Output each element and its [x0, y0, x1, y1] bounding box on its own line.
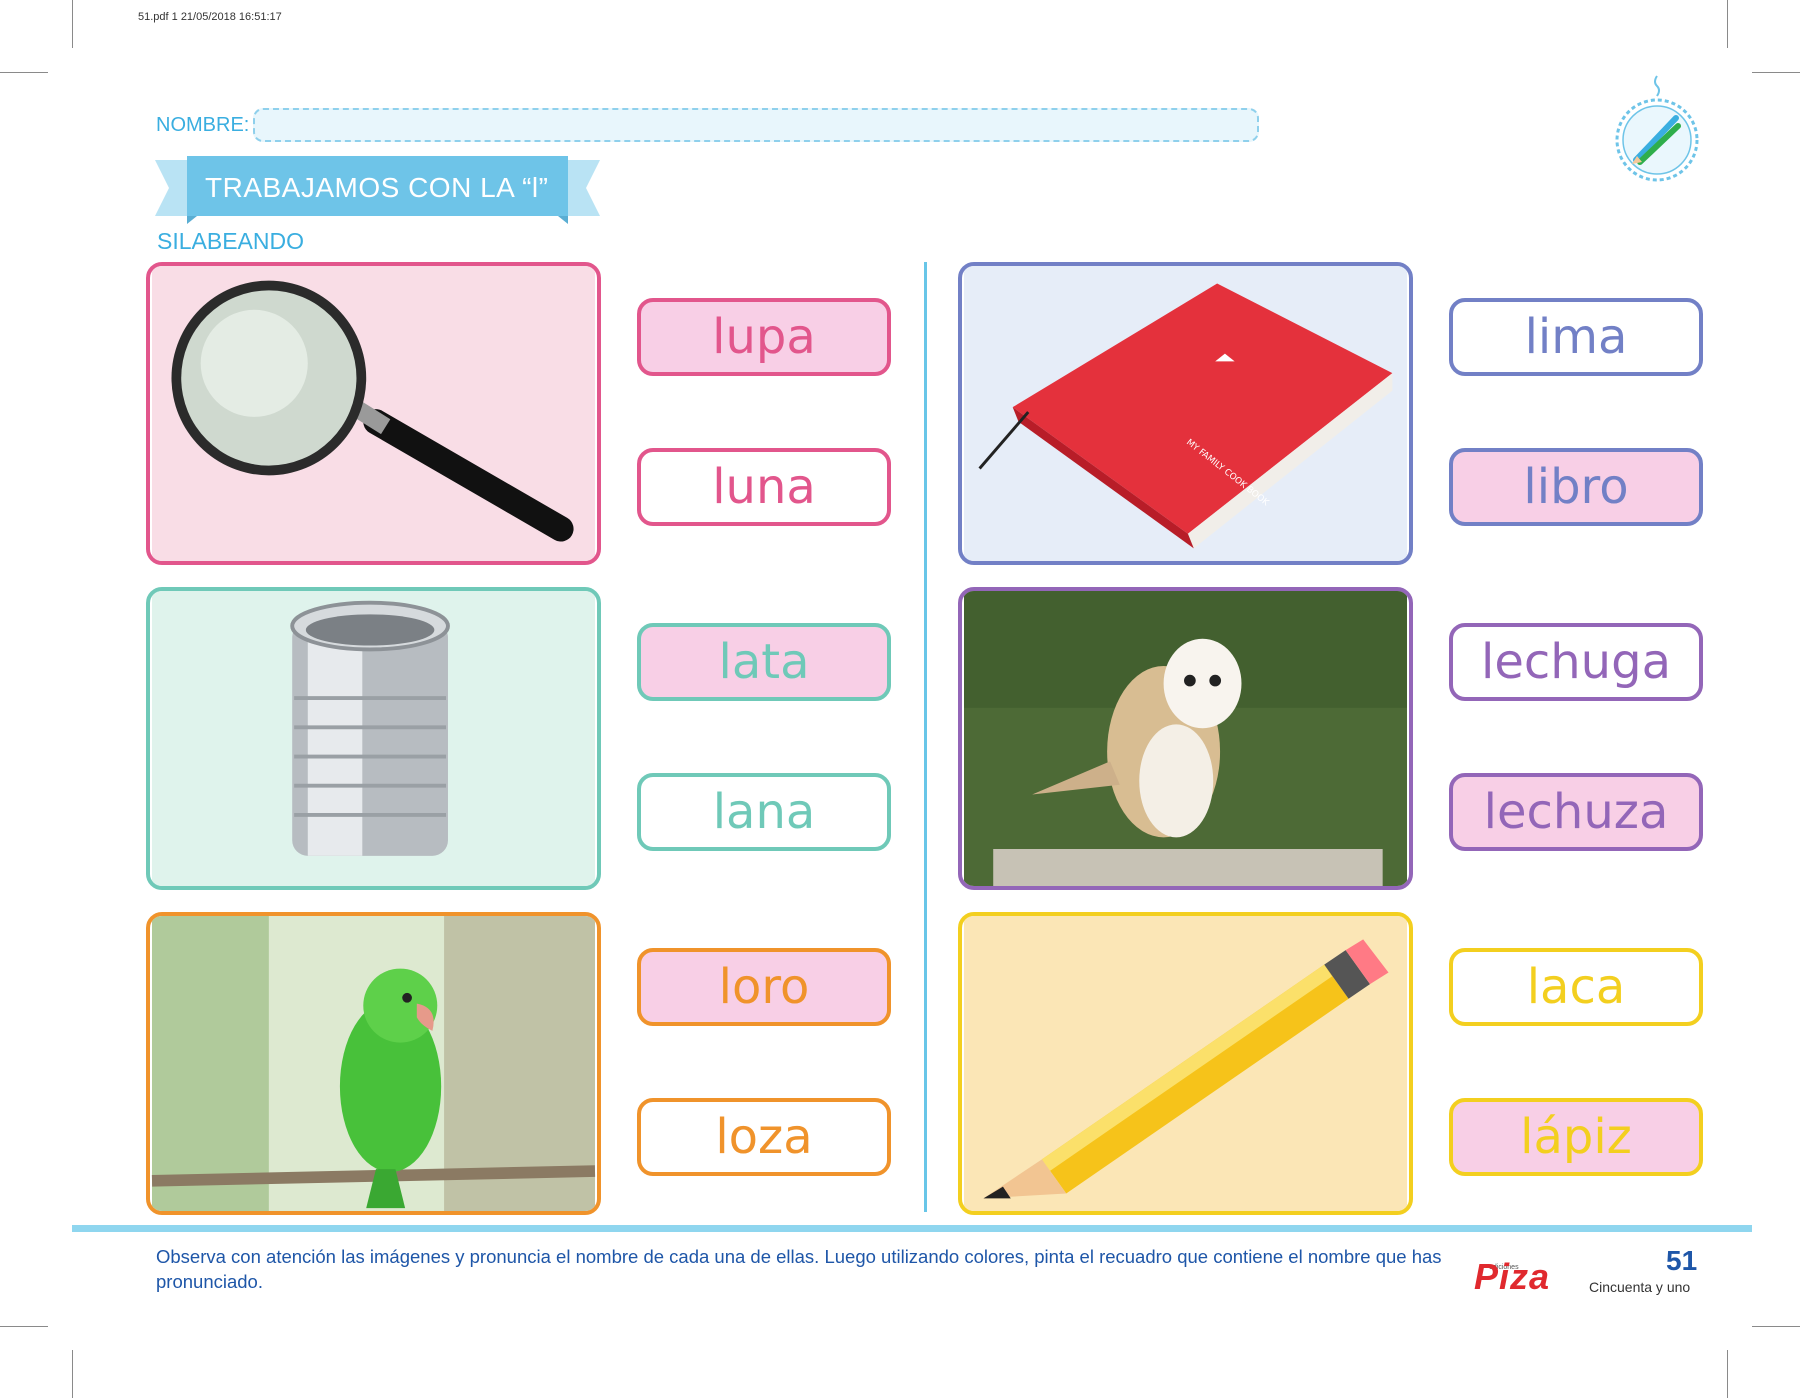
- crop-mark: [1752, 72, 1800, 73]
- word-option-loza[interactable]: loza: [637, 1098, 891, 1176]
- image-card-red-book: MY FAMILY COOK BOOK: [958, 262, 1413, 565]
- red-book-icon: MY FAMILY COOK BOOK: [964, 266, 1407, 561]
- instructions-text: Observa con atención las imágenes y pron…: [156, 1246, 1442, 1292]
- image-card-pencil: [958, 912, 1413, 1215]
- word-label: luna: [712, 459, 816, 515]
- word-label: lana: [712, 784, 816, 840]
- image-card-parrot: [146, 912, 601, 1215]
- crop-mark: [0, 1326, 48, 1327]
- word-label: lata: [718, 634, 810, 690]
- word-label: lechuga: [1481, 634, 1671, 690]
- name-label: NOMBRE:: [156, 114, 250, 136]
- crop-mark: [0, 72, 48, 73]
- image-card-magnifying-glass: [146, 262, 601, 565]
- word-option-lechuza[interactable]: lechuza: [1449, 773, 1703, 851]
- word-label: lápiz: [1520, 1109, 1632, 1165]
- section-subtitle: SILABEANDO: [157, 228, 304, 254]
- crop-mark: [72, 1350, 73, 1398]
- word-label: lechuza: [1483, 784, 1669, 840]
- owl-icon: [964, 591, 1407, 886]
- crop-mark: [1727, 1350, 1728, 1398]
- image-card-owl: [958, 587, 1413, 890]
- word-option-lapiz[interactable]: lápiz: [1449, 1098, 1703, 1176]
- word-label: libro: [1523, 459, 1629, 515]
- word-option-lechuga[interactable]: lechuga: [1449, 623, 1703, 701]
- crop-mark: [72, 0, 73, 48]
- page-number: 51: [1666, 1245, 1698, 1276]
- word-label: loro: [718, 959, 810, 1015]
- ribbon-title: TRABAJAMOS CON LA “l”: [205, 172, 549, 203]
- word-option-lupa[interactable]: lupa: [637, 298, 891, 376]
- word-option-laca[interactable]: laca: [1449, 948, 1703, 1026]
- image-card-tin-can: [146, 587, 601, 890]
- page-number-words: Cincuenta y uno: [1589, 1279, 1691, 1295]
- publisher-logo: Piza: [1474, 1256, 1551, 1297]
- word-option-lana[interactable]: lana: [637, 773, 891, 851]
- word-label: loza: [715, 1109, 813, 1165]
- crop-mark: [1727, 0, 1728, 48]
- column-divider: [924, 262, 927, 1212]
- word-option-lima[interactable]: lima: [1449, 298, 1703, 376]
- parrot-icon: [151, 916, 596, 1211]
- tin-can-icon: [152, 591, 595, 886]
- word-option-libro[interactable]: libro: [1449, 448, 1703, 526]
- name-field[interactable]: [253, 108, 1259, 142]
- word-label: laca: [1526, 959, 1626, 1015]
- word-label: lupa: [712, 309, 816, 365]
- magnifying-glass-icon: [152, 266, 595, 561]
- print-info: 51.pdf 1 21/05/2018 16:51:17: [138, 11, 282, 23]
- footer-rule: [72, 1225, 1752, 1232]
- crop-mark: [1752, 1326, 1800, 1327]
- word-option-lata[interactable]: lata: [637, 623, 891, 701]
- pencils-emblem-icon: [1615, 75, 1699, 182]
- pencil-icon: [964, 916, 1407, 1211]
- word-label: lima: [1524, 309, 1628, 365]
- word-option-luna[interactable]: luna: [637, 448, 891, 526]
- word-option-loro[interactable]: loro: [637, 948, 891, 1026]
